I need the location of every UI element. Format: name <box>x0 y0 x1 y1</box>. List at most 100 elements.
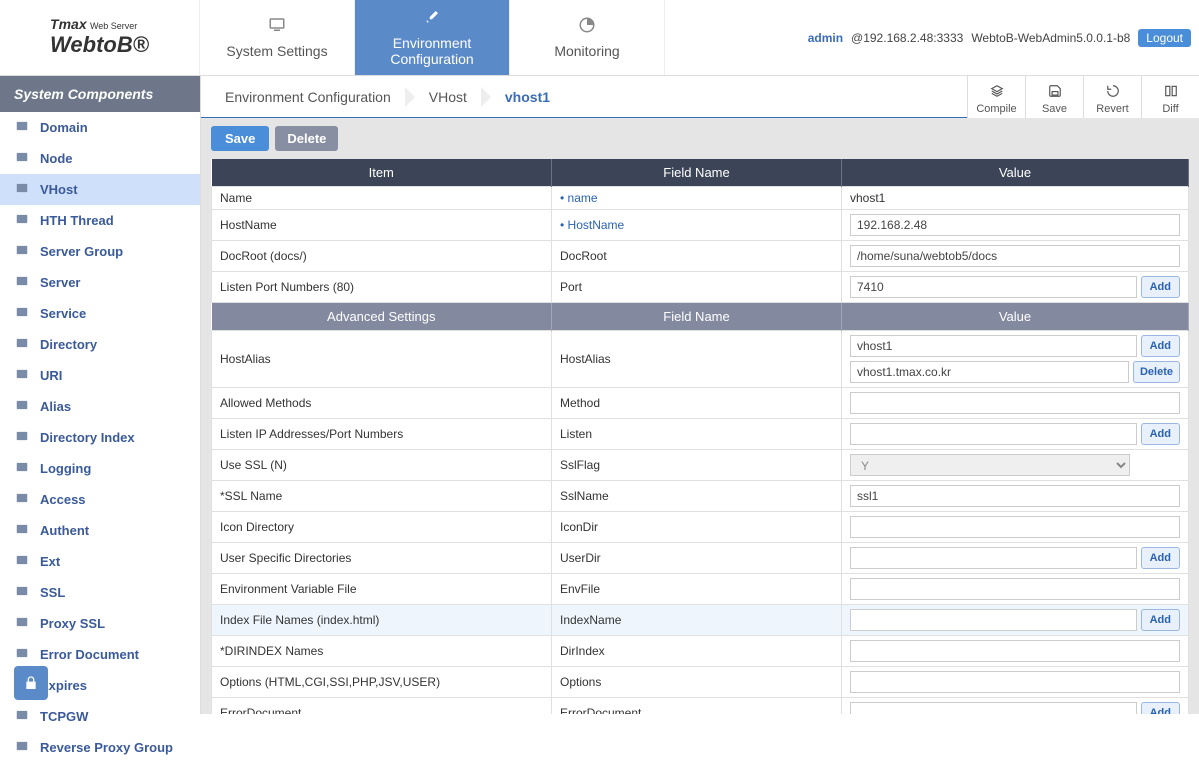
value-input[interactable] <box>850 671 1180 693</box>
save-button[interactable]: Save <box>211 126 269 151</box>
sidebar-item-label: Access <box>40 492 86 507</box>
sidebar-item-node[interactable]: Node <box>0 143 200 174</box>
value-cell <box>842 481 1189 512</box>
tab-environment-configuration[interactable]: Environment Configuration <box>355 0 510 75</box>
admin-link[interactable]: admin <box>808 31 843 45</box>
field-cell: HostAlias <box>552 331 842 388</box>
folder-icon <box>14 708 30 725</box>
sidebar-item-label: Error Document <box>40 647 139 662</box>
value-input[interactable] <box>850 245 1180 267</box>
logo-brand: Tmax <box>50 16 87 32</box>
add-button[interactable]: Add <box>1141 276 1180 298</box>
sidebar-item-ext[interactable]: Ext <box>0 546 200 577</box>
revert-button[interactable]: Revert <box>1083 76 1141 118</box>
folder-icon <box>14 429 30 446</box>
folder-icon <box>14 150 30 167</box>
add-button[interactable]: Add <box>1141 702 1180 714</box>
sidebar-item-access[interactable]: Access <box>0 484 200 515</box>
add-button[interactable]: Add <box>1141 609 1180 631</box>
logo-tagline: Web Server <box>90 21 137 31</box>
value-cell <box>842 636 1189 667</box>
sidebar-item-label: Proxy SSL <box>40 616 105 631</box>
sidebar-item-authent[interactable]: Authent <box>0 515 200 546</box>
breadcrumb-item[interactable]: VHost <box>415 89 481 105</box>
sidebar-item-service[interactable]: Service <box>0 298 200 329</box>
table-row: *DIRINDEX NamesDirIndex <box>212 636 1189 667</box>
col-value: Value <box>842 159 1189 187</box>
add-button[interactable]: Add <box>1141 547 1180 569</box>
sidebar-item-label: Domain <box>40 120 88 135</box>
breadcrumb: Environment Configuration VHost vhost1 <box>201 76 967 118</box>
value-input[interactable] <box>850 392 1180 414</box>
sidebar-item-logging[interactable]: Logging <box>0 453 200 484</box>
field-cell: DirIndex <box>552 636 842 667</box>
table-row: ErrorDocumentErrorDocumentAdd <box>212 698 1189 715</box>
sidebar-item-alias[interactable]: Alias <box>0 391 200 422</box>
value-cell <box>842 210 1189 241</box>
tab-monitoring[interactable]: Monitoring <box>510 0 665 75</box>
field-cell: ErrorDocument <box>552 698 842 715</box>
value-select[interactable]: Y <box>850 454 1130 476</box>
folder-icon <box>14 584 30 601</box>
breadcrumb-current: vhost1 <box>491 89 564 105</box>
save-icon <box>1047 84 1063 101</box>
sidebar-item-directory-index[interactable]: Directory Index <box>0 422 200 453</box>
table-row: Listen Port Numbers (80)Port Add <box>212 272 1189 303</box>
item-cell: Listen IP Addresses/Port Numbers <box>212 419 552 450</box>
folder-icon <box>14 305 30 322</box>
sidebar-item-uri[interactable]: URI <box>0 360 200 391</box>
add-button[interactable]: Add <box>1141 335 1180 357</box>
value-input[interactable] <box>850 485 1180 507</box>
field-cell: Port <box>552 272 842 303</box>
sidebar-item-ssl[interactable]: SSL <box>0 577 200 608</box>
version-text: WebtoB-WebAdmin5.0.0.1-b8 <box>971 31 1130 45</box>
value-cell: Add <box>842 419 1189 450</box>
header-right: admin @192.168.2.48:3333 WebtoB-WebAdmin… <box>665 0 1199 75</box>
value-cell <box>842 574 1189 605</box>
value-input[interactable] <box>850 609 1137 631</box>
sidebar-item-server-group[interactable]: Server Group <box>0 236 200 267</box>
folder-icon <box>14 181 30 198</box>
monitor-icon <box>268 16 286 37</box>
sidebar-item-domain[interactable]: Domain <box>0 112 200 143</box>
sidebar-item-vhost[interactable]: VHost <box>0 174 200 205</box>
field-cell: Method <box>552 388 842 419</box>
value-input[interactable] <box>850 361 1129 383</box>
config-table-wrap[interactable]: Item Field Name Value Namenamevhost1Host… <box>201 159 1199 714</box>
value-input[interactable] <box>850 516 1180 538</box>
sidebar-item-label: Node <box>40 151 73 166</box>
sidebar-item-proxy-ssl[interactable]: Proxy SSL <box>0 608 200 639</box>
sidebar-item-tcpgw[interactable]: TCPGW <box>0 701 200 732</box>
table-row: *SSL NameSslName <box>212 481 1189 512</box>
field-cell: HostName <box>552 210 842 241</box>
value-input[interactable] <box>850 214 1180 236</box>
value-input[interactable] <box>850 702 1137 714</box>
table-row: Icon DirectoryIconDir <box>212 512 1189 543</box>
value-input[interactable] <box>850 335 1137 357</box>
logout-button[interactable]: Logout <box>1138 29 1191 47</box>
sidebar-item-hth-thread[interactable]: HTH Thread <box>0 205 200 236</box>
breadcrumb-item[interactable]: Environment Configuration <box>211 89 405 105</box>
folder-icon <box>14 367 30 384</box>
folder-icon <box>14 398 30 415</box>
sidebar-item-reverse-proxy-group[interactable]: Reverse Proxy Group <box>0 732 200 763</box>
sidebar-item-label: Logging <box>40 461 91 476</box>
item-cell: Listen Port Numbers (80) <box>212 272 552 303</box>
add-button[interactable]: Add <box>1141 423 1180 445</box>
diff-button[interactable]: Diff <box>1141 76 1199 118</box>
lock-icon[interactable] <box>14 666 48 700</box>
compile-button[interactable]: Compile <box>967 76 1025 118</box>
value-input[interactable] <box>850 578 1180 600</box>
value-input[interactable] <box>850 547 1137 569</box>
global-save-button[interactable]: Save <box>1025 76 1083 118</box>
value-input[interactable] <box>850 640 1180 662</box>
delete-row-button[interactable]: Delete <box>1133 361 1180 383</box>
item-cell: DocRoot (docs/) <box>212 241 552 272</box>
sidebar-item-directory[interactable]: Directory <box>0 329 200 360</box>
value-input[interactable] <box>850 423 1137 445</box>
tab-system-settings[interactable]: System Settings <box>200 0 355 75</box>
delete-button[interactable]: Delete <box>275 126 338 151</box>
folder-icon <box>14 739 30 756</box>
sidebar-item-server[interactable]: Server <box>0 267 200 298</box>
value-input[interactable] <box>850 276 1137 298</box>
